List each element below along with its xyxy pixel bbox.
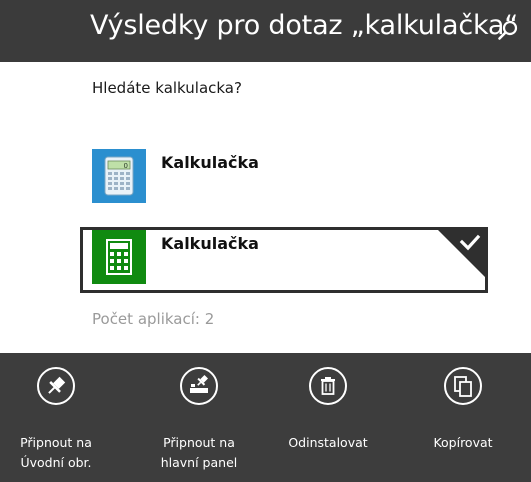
- calculator-desktop-icon: 0: [92, 149, 146, 203]
- calculator-modern-icon: [92, 230, 146, 284]
- copy-icon: [444, 367, 482, 405]
- search-header: Výsledky pro dotaz „kalkulačka“: [0, 0, 531, 62]
- app-count: Počet aplikací: 2: [92, 310, 215, 328]
- app-bar: Připnout na Úvodní obr. Připnout na hlav…: [0, 353, 531, 482]
- result-item-selected[interactable]: Kalkulačka: [80, 227, 488, 293]
- search-icon[interactable]: [496, 19, 520, 43]
- suggestion-link[interactable]: Hledáte kalkulacka?: [92, 79, 242, 97]
- command-label: Připnout na Úvodní obr.: [20, 435, 92, 470]
- svg-text:0: 0: [124, 162, 128, 170]
- pin-to-start-button[interactable]: Připnout na Úvodní obr.: [2, 367, 112, 477]
- pin-taskbar-icon: [180, 367, 218, 405]
- page-title: Výsledky pro dotaz „kalkulačka“: [90, 10, 519, 41]
- command-label: Odinstalovat: [288, 435, 368, 450]
- pin-icon: [37, 367, 75, 405]
- pin-to-taskbar-button[interactable]: Připnout na hlavní panel: [145, 367, 255, 477]
- command-label: Připnout na hlavní panel: [160, 435, 238, 470]
- trash-icon: [309, 367, 347, 405]
- app-name: Kalkulačka: [161, 153, 259, 172]
- checkmark-icon: [438, 230, 485, 277]
- result-item[interactable]: 0 Kalkulačka: [80, 146, 488, 212]
- copy-button[interactable]: Kopírovat: [409, 367, 519, 477]
- command-label: Kopírovat: [433, 435, 493, 450]
- app-name: Kalkulačka: [161, 234, 259, 253]
- uninstall-button[interactable]: Odinstalovat: [274, 367, 384, 477]
